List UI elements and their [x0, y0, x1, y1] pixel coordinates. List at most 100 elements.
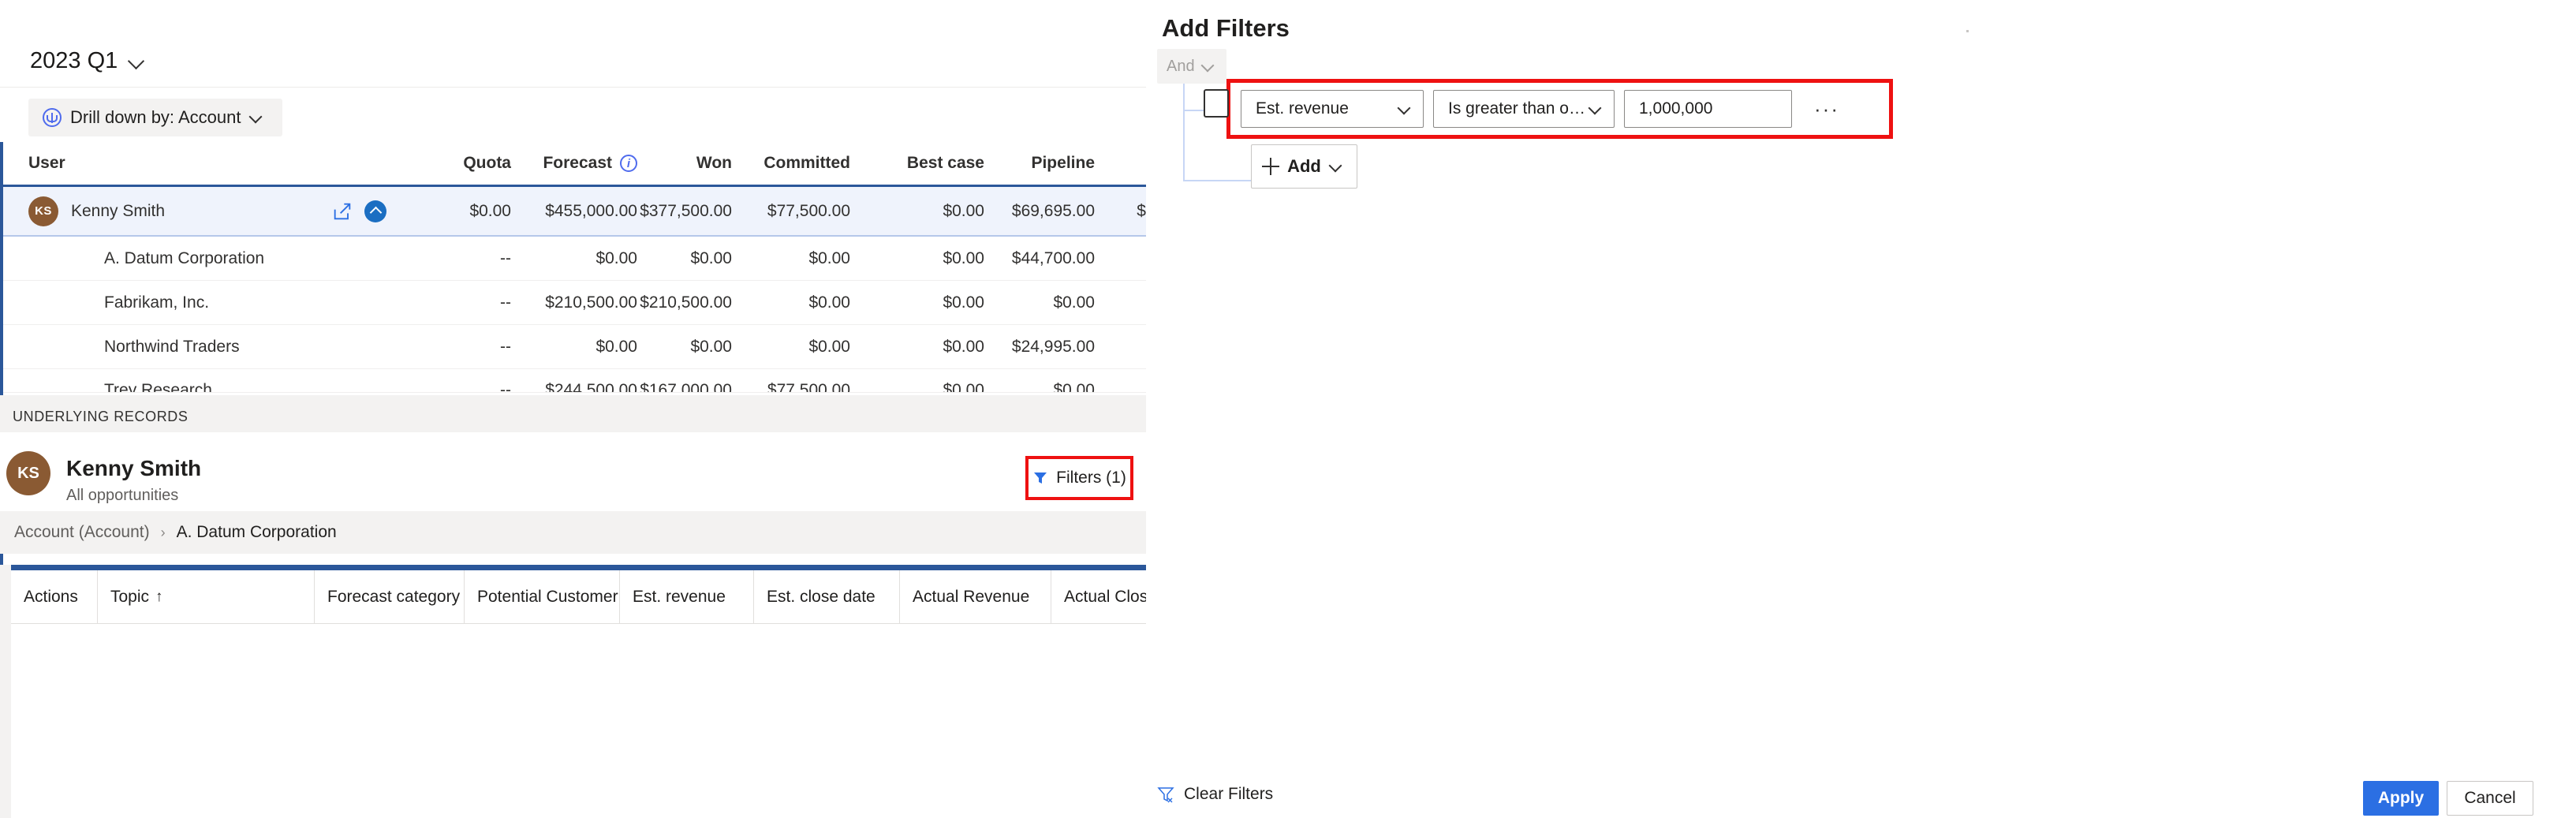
forecast-row-forecast: $0.00 [511, 249, 637, 268]
forecast-row-account-name: Northwind Traders [0, 338, 331, 357]
column-header-committed[interactable]: Committed [732, 154, 850, 173]
filters-button[interactable]: Filters (1) [1032, 462, 1127, 494]
add-filters-panel: Add Filters And Est. revenue Is greater … [1146, 0, 2576, 818]
clear-filters-button[interactable]: Clear Filters [1157, 785, 1273, 804]
forecast-row-quota: -- [393, 249, 511, 268]
forecast-row-prediction: -- [1095, 369, 1146, 393]
apply-button[interactable]: Apply [2363, 781, 2439, 816]
sort-ascending-icon: ↑ [155, 588, 163, 606]
add-filter-button[interactable]: Add [1251, 144, 1357, 189]
forecast-row-pipeline: $0.00 [984, 293, 1095, 312]
breadcrumb-current: A. Datum Corporation [177, 523, 337, 542]
records-column-label: Est. close date [767, 588, 875, 607]
column-header-user[interactable]: User [0, 154, 331, 173]
forecast-row-prediction: -- [1095, 293, 1146, 312]
filter-field-value: Est. revenue [1256, 99, 1398, 118]
chevron-down-icon [1589, 100, 1606, 118]
forecast-row-user-cell: KS Kenny Smith [0, 196, 331, 226]
share-icon[interactable] [331, 200, 353, 222]
app-screen: 2023 Q1 Drill down by: Account User Quot… [0, 0, 2576, 818]
records-column-label: Actions [24, 588, 78, 607]
page-title: Kenny Smith [66, 456, 201, 481]
drill-down-label: Drill down by: Account [70, 107, 241, 128]
records-column-label: Forecast category [327, 588, 460, 607]
filters-button-label: Filters (1) [1056, 469, 1126, 487]
column-header-pipeline[interactable]: Pipeline [984, 154, 1095, 173]
filter-tree-branch [1183, 180, 1251, 181]
column-header-prediction[interactable]: Prediction [1095, 154, 1146, 173]
forecast-row-won: $377,500.00 [637, 202, 732, 221]
forecast-row-pipeline: $24,995.00 [984, 338, 1095, 357]
records-column-actual-revenue[interactable]: Actual Revenue [900, 570, 1051, 624]
forecast-grid-header: User Quota Forecast i Won Committed Best… [0, 142, 1146, 185]
table-row[interactable]: A. Datum Corporation -- $0.00 $0.00 $0.0… [0, 237, 1146, 281]
records-grid: Actions Topic ↑ Forecast category Potent… [0, 565, 1146, 818]
forecast-row-user-name: Kenny Smith [71, 202, 165, 221]
records-grid-body [11, 624, 1146, 818]
chevron-down-icon [249, 109, 267, 126]
filter-row-more-menu[interactable]: ··· [1811, 95, 1842, 123]
drill-down-by-account-button[interactable]: Drill down by: Account [28, 99, 282, 136]
forecast-row-quota: -- [393, 293, 511, 312]
clear-filters-label: Clear Filters [1184, 785, 1273, 804]
table-row[interactable]: Trey Research -- $244,500.00 $167,000.00… [0, 369, 1146, 393]
filter-row-checkbox[interactable] [1204, 89, 1229, 118]
records-column-label: Potential Customer [477, 588, 618, 607]
records-column-label: Topic [110, 588, 149, 607]
add-filter-label: Add [1287, 156, 1321, 177]
records-column-label: Est. revenue [633, 588, 726, 607]
drill-down-row: Drill down by: Account [0, 99, 1146, 136]
forecast-row-best-case: $0.00 [850, 293, 984, 312]
column-header-forecast[interactable]: Forecast i [511, 154, 637, 173]
forecast-row-best-case: $0.00 [850, 249, 984, 268]
filter-operator-dropdown[interactable]: Is greater than or equal ... [1433, 90, 1615, 128]
column-header-quota[interactable]: Quota [393, 154, 511, 173]
forecast-row-pipeline: $0.00 [984, 369, 1095, 393]
avatar: KS [6, 451, 50, 495]
table-row[interactable]: KS Kenny Smith $0.00 $455,000.00 $3 [0, 185, 1146, 237]
filter-value-input[interactable]: 1,000,000 [1624, 90, 1792, 128]
chevron-down-icon [1329, 158, 1346, 175]
column-header-won[interactable]: Won [637, 154, 732, 173]
forecast-row-won: $167,000.00 [637, 369, 732, 393]
chevron-down-icon [129, 52, 146, 69]
records-column-label: Actual Close D [1064, 588, 1146, 607]
forecast-row-quota: -- [393, 338, 511, 357]
add-filters-title: Add Filters [1162, 14, 1290, 43]
logic-operator-dropdown[interactable]: And [1157, 49, 1226, 84]
records-column-actual-close-date[interactable]: Actual Close D [1051, 570, 1146, 624]
forecast-row-prediction: -- [1095, 338, 1146, 357]
info-circle-icon[interactable]: i [620, 155, 637, 172]
forecast-row-committed: $0.00 [732, 338, 850, 357]
period-label: 2023 Q1 [30, 48, 118, 74]
records-column-topic[interactable]: Topic ↑ [98, 570, 315, 624]
cancel-button[interactable]: Cancel [2447, 781, 2533, 816]
forecast-row-quota: -- [393, 369, 511, 393]
records-column-est-revenue[interactable]: Est. revenue [620, 570, 754, 624]
records-column-actions[interactable]: Actions [11, 570, 98, 624]
records-column-potential-customer[interactable]: Potential Customer [465, 570, 620, 624]
forecast-left-pane: 2023 Q1 Drill down by: Account User Quot… [0, 0, 1146, 818]
forecast-row-prediction: $499,013.25 [1095, 202, 1146, 221]
forecast-row-committed: $0.00 [732, 293, 850, 312]
forecast-row-account-name: A. Datum Corporation [0, 249, 331, 268]
filter-field-dropdown[interactable]: Est. revenue [1241, 90, 1424, 128]
column-header-forecast-label: Forecast [543, 154, 612, 173]
forecast-row-forecast: $210,500.00 [511, 293, 637, 312]
period-selector[interactable]: 2023 Q1 [30, 48, 146, 74]
forecast-row-committed: $77,500.00 [732, 369, 850, 393]
plus-icon [1262, 158, 1279, 175]
table-row[interactable]: Fabrikam, Inc. -- $210,500.00 $210,500.0… [0, 281, 1146, 325]
chevron-down-icon [1398, 100, 1415, 118]
records-column-forecast-category[interactable]: Forecast category [315, 570, 465, 624]
drill-down-icon [43, 108, 62, 127]
forecast-row-won: $0.00 [637, 338, 732, 357]
records-column-est-close-date[interactable]: Est. close date [754, 570, 900, 624]
breadcrumb-parent[interactable]: Account (Account) [14, 523, 150, 542]
table-row[interactable]: Northwind Traders -- $0.00 $0.00 $0.00 $… [0, 325, 1146, 369]
arrow-up-circle-icon[interactable] [364, 200, 386, 222]
column-header-best-case[interactable]: Best case [850, 154, 984, 173]
filter-tree-trunk [1183, 84, 1185, 181]
forecast-row-pipeline: $69,695.00 [984, 202, 1095, 221]
forecast-row-forecast: $244,500.00 [511, 369, 637, 393]
